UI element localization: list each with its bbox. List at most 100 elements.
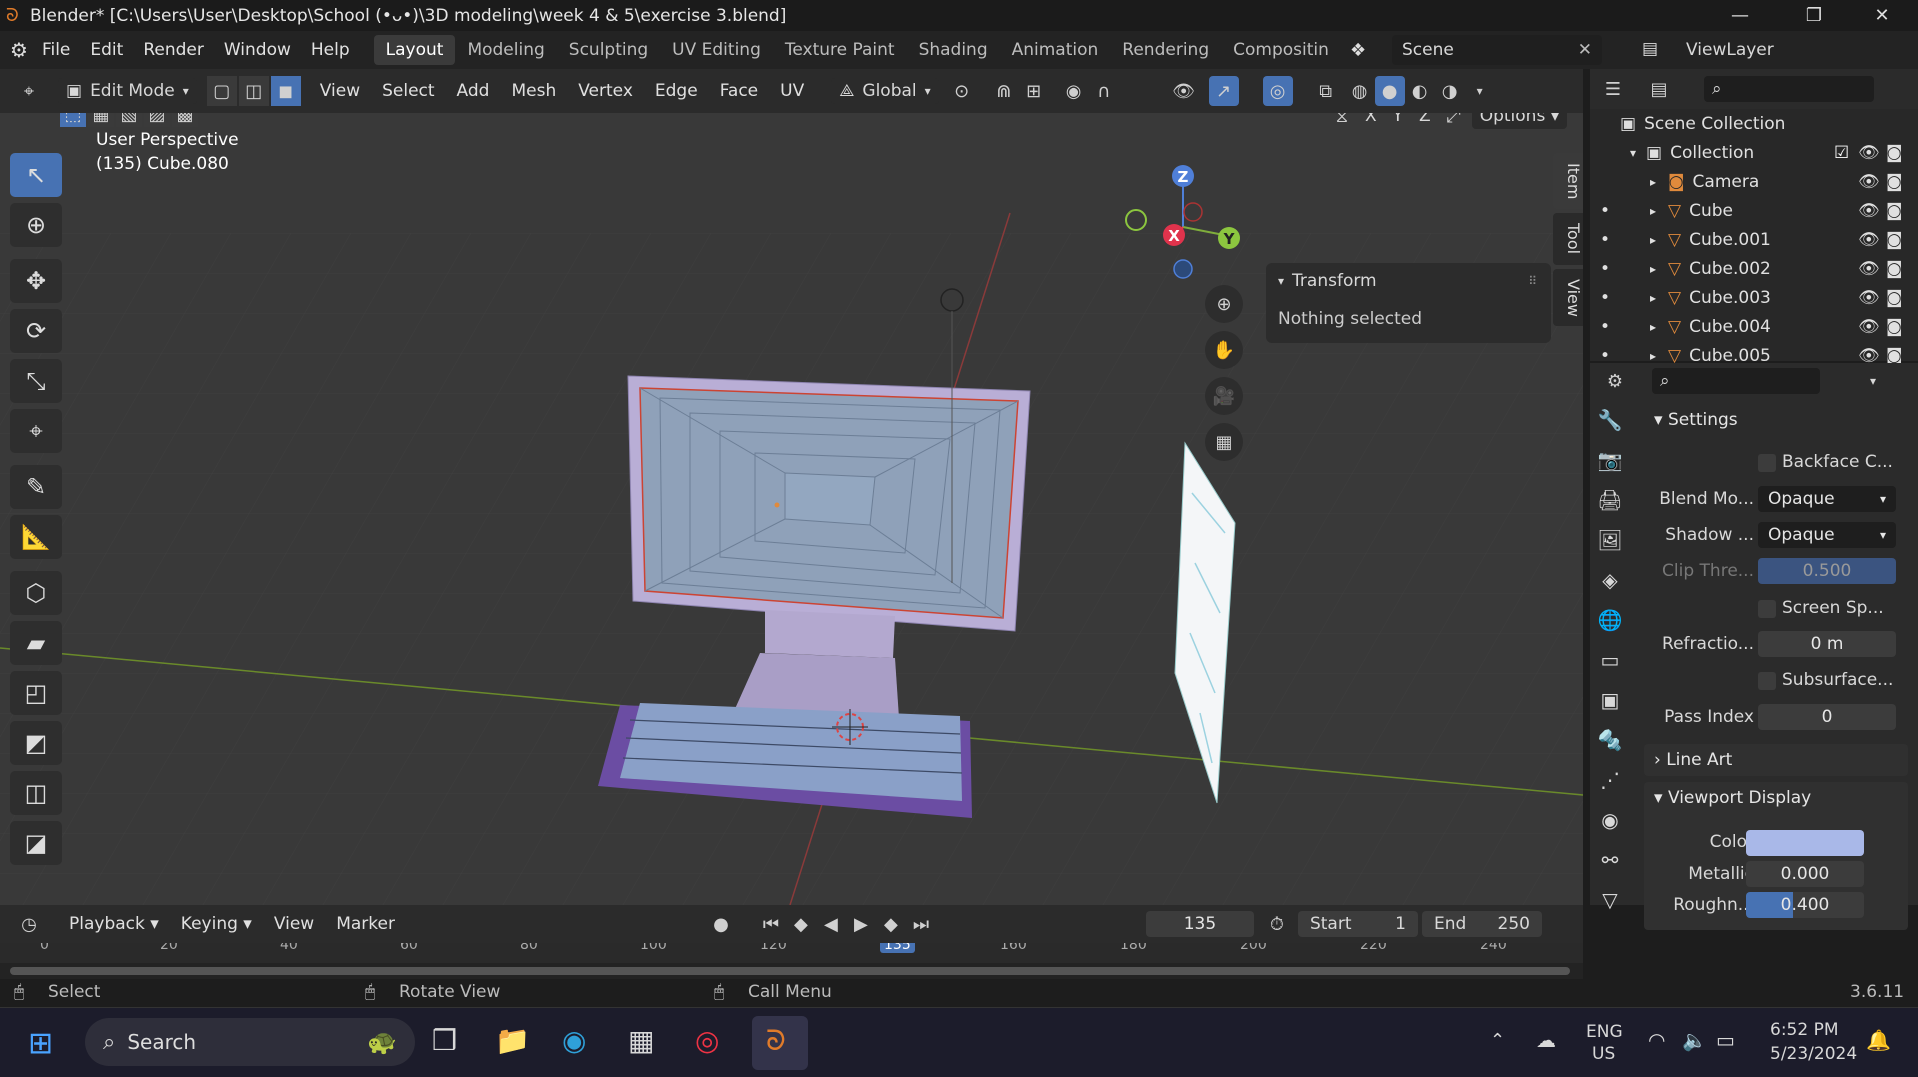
select-intersect-icon[interactable]: ▩ bbox=[172, 113, 198, 127]
chevron-right-icon[interactable]: ▸ bbox=[1650, 349, 1656, 363]
material-shading-icon[interactable]: ◐ bbox=[1405, 76, 1435, 106]
header-menu-select[interactable]: Select bbox=[371, 81, 445, 101]
auto-merge-icon[interactable]: ⤢ bbox=[1442, 113, 1466, 131]
header-menu-view[interactable]: View bbox=[309, 81, 371, 101]
eye-icon[interactable]: 👁 bbox=[1858, 143, 1880, 163]
current-frame-field[interactable]: 135 bbox=[1145, 911, 1254, 937]
knife-tool[interactable]: ◪ bbox=[10, 821, 62, 865]
edge-select-icon[interactable]: ◫ bbox=[238, 76, 269, 106]
jump-start-icon[interactable]: ⏮ bbox=[756, 909, 786, 939]
eye-icon[interactable]: 👁 bbox=[1858, 259, 1880, 279]
workspace-tab-modeling[interactable]: Modeling bbox=[455, 35, 556, 65]
properties-search-input[interactable]: ⌕ bbox=[1652, 368, 1820, 394]
scene-selector[interactable]: Scene ✕ bbox=[1392, 35, 1602, 65]
metallic-field[interactable]: 0.000 bbox=[1746, 861, 1864, 887]
chevron-right-icon[interactable]: ▸ bbox=[1650, 291, 1656, 305]
bevel-tool[interactable]: ◩ bbox=[10, 721, 62, 765]
outliner-row[interactable]: • ▸ ▽ Cube.001 👁 ◙ bbox=[1590, 225, 1918, 254]
settings-section-header[interactable]: ▾ Settings bbox=[1654, 410, 1738, 430]
outliner-row[interactable]: • ▸ ▽ Cube.004 👁 ◙ bbox=[1590, 312, 1918, 341]
collection-row[interactable]: ▾ ▣ Collection ☑ 👁 ◙ bbox=[1590, 138, 1918, 167]
line-art-header[interactable]: › Line Art bbox=[1654, 750, 1732, 770]
play-reverse-icon[interactable]: ◀ bbox=[816, 909, 846, 939]
menu-file[interactable]: File bbox=[32, 40, 80, 60]
camera-render-icon[interactable]: ◙ bbox=[1886, 201, 1903, 221]
gizmo-neg-x-axis[interactable] bbox=[1183, 202, 1203, 222]
solid-shading-icon[interactable]: ● bbox=[1374, 76, 1405, 106]
timeline-scrollbar[interactable] bbox=[0, 963, 1583, 977]
rendered-shading-icon[interactable]: ◑ bbox=[1435, 76, 1465, 106]
select-extend-icon[interactable]: ▦ bbox=[88, 113, 114, 127]
annotate-tool[interactable]: ✎ bbox=[10, 465, 62, 509]
next-keyframe-icon[interactable]: ◆ bbox=[876, 909, 906, 939]
scene-collection-row[interactable]: ▣ Scene Collection bbox=[1590, 109, 1918, 138]
minimize-icon[interactable]: — bbox=[1710, 0, 1770, 31]
snap-target-icon[interactable]: ⊞ bbox=[1019, 76, 1049, 106]
subsurface-checkbox[interactable] bbox=[1758, 672, 1776, 690]
constraints-props-icon[interactable]: ⚯ bbox=[1590, 840, 1630, 880]
header-menu-edge[interactable]: Edge bbox=[644, 81, 709, 101]
scene-icon[interactable]: ❖ bbox=[1350, 35, 1382, 65]
options-dropdown[interactable]: Options ▾ bbox=[1471, 113, 1568, 129]
camera-render-icon[interactable]: ◙ bbox=[1886, 317, 1903, 337]
extrude-tool[interactable]: ▰ bbox=[10, 621, 62, 665]
chevron-down-icon[interactable]: ▾ bbox=[1870, 374, 1876, 388]
language-region[interactable]: US bbox=[1592, 1044, 1615, 1064]
menu-edit[interactable]: Edit bbox=[80, 40, 133, 60]
axis-y-toggle[interactable]: Y bbox=[1388, 113, 1408, 128]
select-subtract-icon[interactable]: ▧ bbox=[116, 113, 142, 127]
camera-render-icon[interactable]: ◙ bbox=[1886, 143, 1903, 163]
chevron-right-icon[interactable]: ▸ bbox=[1650, 262, 1656, 276]
close-icon[interactable]: ✕ bbox=[1852, 0, 1912, 31]
pass-index-field[interactable]: 0 bbox=[1758, 704, 1896, 730]
roughness-slider[interactable]: 0.400 bbox=[1746, 892, 1864, 918]
play-icon[interactable]: ▶ bbox=[846, 909, 876, 939]
zoom-icon[interactable]: ⊕ bbox=[1205, 285, 1243, 323]
output-props-icon[interactable]: 🖨 bbox=[1590, 480, 1630, 520]
refraction-depth-field[interactable]: 0 m bbox=[1758, 631, 1896, 657]
workspace-tab-shading[interactable]: Shading bbox=[907, 35, 1000, 65]
mirror-icon[interactable]: ⧖ bbox=[1330, 113, 1354, 131]
scene-props-icon[interactable]: ◈ bbox=[1590, 560, 1630, 600]
falloff-icon[interactable]: ∩ bbox=[1089, 76, 1119, 106]
measure-tool[interactable]: 📐 bbox=[10, 515, 62, 559]
blender-taskbar-button[interactable]: ᘐ bbox=[752, 1016, 808, 1070]
workspace-tab-sculpting[interactable]: Sculpting bbox=[557, 35, 660, 65]
outliner-row[interactable]: • ▸ ▽ Cube 👁 ◙ bbox=[1590, 196, 1918, 225]
header-menu-mesh[interactable]: Mesh bbox=[500, 81, 567, 101]
gizmo-toggle-icon[interactable]: ↗ bbox=[1208, 76, 1239, 106]
edge-browser-icon[interactable]: ◉ bbox=[562, 1024, 586, 1057]
camera-render-icon[interactable]: ◙ bbox=[1886, 172, 1903, 192]
camera-render-icon[interactable]: ◙ bbox=[1886, 259, 1903, 279]
editor-type-icon[interactable]: ⌖ bbox=[14, 76, 44, 106]
rotate-tool[interactable]: ⟳ bbox=[10, 309, 62, 353]
chevron-right-icon[interactable]: ▸ bbox=[1650, 204, 1656, 218]
workspace-tab-uv-editing[interactable]: UV Editing bbox=[660, 35, 773, 65]
header-menu-face[interactable]: Face bbox=[709, 81, 769, 101]
eye-icon[interactable]: 👁 bbox=[1858, 201, 1880, 221]
hand-pan-icon[interactable]: ✋ bbox=[1205, 331, 1243, 369]
transform-orientation-dropdown[interactable]: ⟁ Global ▾ bbox=[831, 78, 939, 104]
menu-help[interactable]: Help bbox=[301, 40, 360, 60]
menu-window[interactable]: Window bbox=[214, 40, 301, 60]
chrome-icon[interactable]: ◎ bbox=[695, 1024, 719, 1057]
inset-tool[interactable]: ◰ bbox=[10, 671, 62, 715]
wifi-icon[interactable]: ◠ bbox=[1648, 1028, 1665, 1052]
header-menu-add[interactable]: Add bbox=[446, 81, 501, 101]
select-invert-icon[interactable]: ▨ bbox=[144, 113, 170, 127]
task-view-icon[interactable]: ❒ bbox=[432, 1024, 457, 1057]
viewport-display-header[interactable]: ▾ Viewport Display bbox=[1654, 788, 1811, 808]
gizmo-neg-z-axis[interactable] bbox=[1173, 259, 1193, 279]
eye-icon[interactable]: 👁 bbox=[1858, 288, 1880, 308]
3d-viewport[interactable]: Z Y X User Perspective (135) Cube.080 ⬚ … bbox=[0, 113, 1583, 905]
axis-x-toggle[interactable]: X bbox=[1360, 113, 1382, 128]
display-mode-icon[interactable]: ▤ bbox=[1644, 74, 1674, 104]
record-icon[interactable]: ● bbox=[706, 909, 736, 939]
tab-view[interactable]: View bbox=[1553, 268, 1583, 327]
snap-icon[interactable]: ⋒ bbox=[989, 76, 1019, 106]
maximize-icon[interactable]: ❐ bbox=[1784, 0, 1844, 31]
workspace-tab-animation[interactable]: Animation bbox=[1000, 35, 1111, 65]
workspace-tab-rendering[interactable]: Rendering bbox=[1110, 35, 1221, 65]
screen-space-checkbox[interactable] bbox=[1758, 600, 1776, 618]
header-menu-uv[interactable]: UV bbox=[769, 81, 815, 101]
